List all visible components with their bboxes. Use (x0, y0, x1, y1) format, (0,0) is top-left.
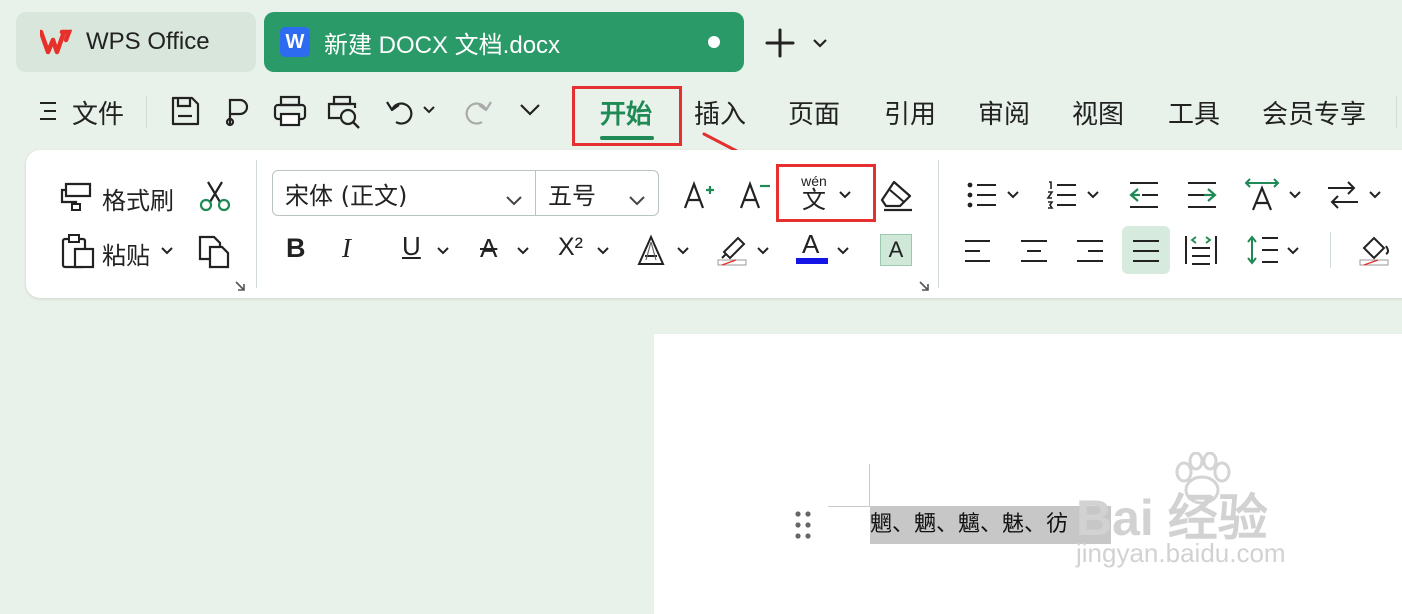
ribbon-panel (26, 150, 1402, 298)
tab-document[interactable]: W 新建 DOCX 文档.docx (264, 12, 744, 72)
bullet-list-icon[interactable] (966, 180, 998, 210)
wps-logo-icon (38, 29, 74, 55)
print-icon[interactable] (272, 94, 308, 128)
menu-tab-view[interactable]: 视图 (1072, 94, 1124, 131)
superscript-dropdown-chevron-icon[interactable] (596, 246, 610, 256)
document-page[interactable] (654, 334, 1402, 614)
export-pdf-icon[interactable] (222, 94, 254, 128)
highlight-box-home-tab (572, 86, 682, 146)
menu-tab-references[interactable]: 引用 (884, 94, 936, 131)
ribbon-separator-clipboard (256, 160, 257, 288)
menu-tab-membership[interactable]: 会员专享 (1262, 94, 1366, 131)
underline-dropdown-chevron-icon[interactable] (436, 246, 450, 256)
cut-icon[interactable] (198, 178, 232, 212)
save-icon[interactable] (168, 94, 202, 128)
menu-tab-review[interactable]: 审阅 (978, 94, 1030, 131)
text-effect-dropdown-chevron-icon[interactable] (676, 246, 690, 256)
justify-button[interactable] (1122, 226, 1170, 274)
menu-tab-page[interactable]: 页面 (788, 94, 840, 131)
numbered-list-chevron-icon[interactable] (1086, 190, 1100, 200)
redo-icon[interactable] (464, 96, 494, 126)
character-spacing-chevron-icon[interactable] (1288, 190, 1302, 200)
paste-button[interactable]: 粘贴 (102, 236, 150, 271)
highlight-box-pinyin-guide (776, 164, 876, 222)
underline-button[interactable]: U (402, 231, 421, 262)
margin-corner-mark-vertical (869, 464, 870, 506)
align-center-icon[interactable] (1020, 238, 1048, 264)
menu-hamburger-icon[interactable] (38, 99, 60, 123)
superscript-button[interactable]: X² (558, 233, 583, 262)
font-name-value: 宋体 (正文) (285, 181, 408, 210)
format-painter-button[interactable]: 格式刷 (102, 181, 174, 216)
bold-button[interactable]: B (286, 233, 306, 264)
copy-icon[interactable] (196, 233, 232, 269)
italic-button[interactable]: I (342, 233, 351, 264)
font-launcher-icon[interactable] (918, 280, 930, 292)
font-name-chevron-icon (505, 185, 523, 213)
ribbon-separator-paragraph (1330, 232, 1331, 268)
menu-tab-insert[interactable]: 插入 (694, 94, 746, 131)
text-direction-chevron-icon[interactable] (1368, 190, 1382, 200)
font-size-select[interactable]: 五号 (535, 170, 659, 216)
grow-font-button[interactable] (682, 178, 716, 212)
menu-separator-right (1396, 96, 1397, 128)
text-effect-icon[interactable] (636, 234, 670, 266)
word-doc-icon: W (280, 27, 310, 57)
new-tab-button[interactable] (764, 27, 796, 59)
bullet-list-chevron-icon[interactable] (1006, 190, 1020, 200)
paste-dropdown-chevron-icon[interactable] (160, 246, 174, 256)
font-name-select[interactable]: 宋体 (正文) (272, 170, 536, 216)
shading-fill-icon[interactable] (1358, 232, 1392, 266)
tab-document-title: 新建 DOCX 文档.docx (324, 31, 561, 59)
numbered-list-icon[interactable] (1046, 180, 1078, 210)
font-size-value: 五号 (548, 181, 596, 210)
quick-access-more-chevron-icon[interactable] (518, 102, 542, 118)
strikethrough-button[interactable]: A (480, 233, 497, 264)
highlight-color-icon[interactable] (716, 232, 750, 266)
ribbon-separator-font (938, 160, 939, 288)
drag-handle-icon[interactable] (794, 510, 812, 540)
tab-wps-title: WPS Office (86, 28, 210, 55)
highlight-dropdown-chevron-icon[interactable] (756, 246, 770, 256)
font-size-chevron-icon (628, 185, 646, 213)
character-spacing-icon[interactable] (1244, 178, 1280, 212)
format-painter-icon (60, 178, 96, 212)
text-direction-icon[interactable] (1326, 180, 1360, 210)
font-color-button[interactable]: A (802, 229, 819, 260)
watermark-url: jingyan.baidu.com (1076, 538, 1286, 568)
strikethrough-dropdown-chevron-icon[interactable] (516, 246, 530, 256)
clear-formatting-eraser-icon[interactable] (880, 178, 914, 212)
font-color-dropdown-chevron-icon[interactable] (836, 246, 850, 256)
undo-icon[interactable] (384, 96, 414, 126)
clipboard-launcher-icon[interactable] (234, 280, 246, 292)
distributed-align-icon[interactable] (1184, 234, 1218, 266)
decrease-indent-icon[interactable] (1128, 180, 1160, 210)
line-spacing-chevron-icon[interactable] (1286, 246, 1300, 256)
tab-wps-office[interactable]: WPS Office (16, 12, 256, 72)
menu-tab-tools[interactable]: 工具 (1168, 94, 1220, 131)
shrink-font-button[interactable] (738, 178, 772, 212)
increase-indent-icon[interactable] (1186, 180, 1218, 210)
align-left-icon[interactable] (964, 238, 992, 264)
menu-file[interactable]: 文件 (72, 94, 124, 131)
character-shading-button[interactable]: A (880, 234, 912, 266)
justify-icon (1133, 240, 1159, 262)
align-right-icon[interactable] (1076, 238, 1104, 264)
paste-icon (60, 233, 96, 269)
selected-document-text[interactable]: 魍、魉、魑、魅、彷 (870, 506, 1111, 544)
undo-dropdown-chevron-icon[interactable] (422, 105, 436, 115)
unsaved-dot-icon (708, 36, 720, 48)
menu-separator (146, 96, 147, 128)
tab-list-chevron-icon[interactable] (812, 37, 828, 49)
margin-corner-mark-horizontal (828, 506, 870, 507)
line-spacing-icon[interactable] (1246, 234, 1280, 266)
font-color-bar (796, 258, 828, 264)
print-preview-icon[interactable] (326, 94, 362, 130)
